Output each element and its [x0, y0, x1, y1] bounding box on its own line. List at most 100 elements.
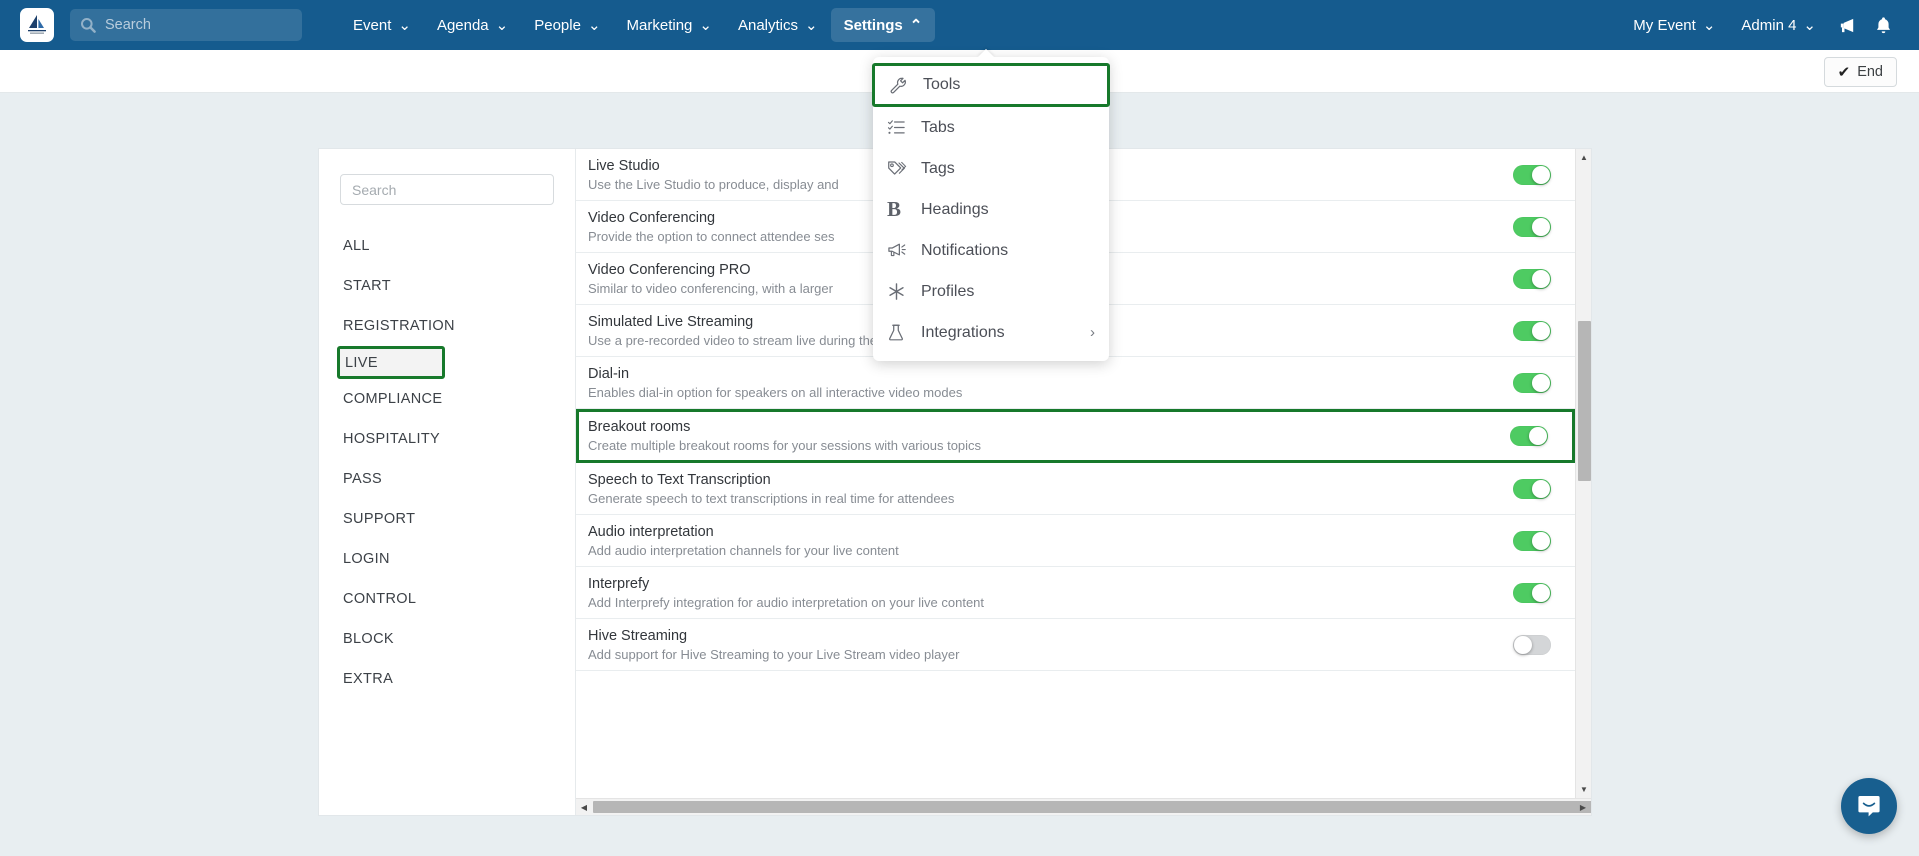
- global-search[interactable]: [70, 9, 302, 41]
- toggle-switch[interactable]: [1513, 268, 1551, 289]
- vertical-scrollbar[interactable]: ▲ ▼: [1575, 149, 1591, 798]
- row-description: Add audio interpretation channels for yo…: [588, 542, 899, 558]
- menu-item-tools[interactable]: Tools: [872, 63, 1110, 107]
- flask-icon: [887, 323, 913, 342]
- sidebar-item-control[interactable]: CONTROL: [319, 579, 575, 619]
- table-row-breakout-rooms[interactable]: Breakout rooms Create multiple breakout …: [576, 409, 1575, 463]
- nav-item-analytics[interactable]: Analytics ⌄: [725, 8, 831, 42]
- menu-item-tabs[interactable]: Tabs: [873, 107, 1109, 148]
- toggle-switch[interactable]: [1513, 372, 1551, 393]
- nav-item-settings[interactable]: Settings ⌃: [830, 8, 936, 42]
- sidebar-item-block[interactable]: BLOCK: [319, 619, 575, 659]
- sidebar-item-pass[interactable]: PASS: [319, 459, 575, 499]
- nav-item-event[interactable]: Event ⌄: [340, 8, 424, 42]
- table-row[interactable]: Speech to Text Transcription Generate sp…: [576, 463, 1575, 515]
- toggle-knob: [1514, 635, 1532, 654]
- nav-item-settings-label: Settings: [843, 16, 903, 34]
- scroll-right-arrow-icon[interactable]: ▶: [1575, 799, 1591, 815]
- sidebar-item-label: REGISTRATION: [343, 318, 455, 334]
- sidebar-item-label: ALL: [343, 238, 370, 254]
- scroll-down-arrow-icon[interactable]: ▼: [1576, 781, 1591, 798]
- asterisk-icon: [887, 282, 913, 301]
- toggle-switch[interactable]: [1513, 530, 1551, 551]
- chat-bubble-icon: [1858, 796, 1880, 817]
- table-row[interactable]: Dial-in Enables dial-in option for speak…: [576, 357, 1575, 409]
- my-event-label: My Event: [1633, 16, 1696, 34]
- chevron-right-icon: ›: [1090, 324, 1095, 341]
- menu-item-notifications[interactable]: Notifications: [873, 230, 1109, 271]
- sidebar-item-support[interactable]: SUPPORT: [319, 499, 575, 539]
- wrench-icon: [889, 76, 915, 95]
- row-text: Speech to Text Transcription Generate sp…: [588, 471, 1513, 507]
- nav-item-admin[interactable]: Admin 4 ⌄: [1728, 8, 1829, 42]
- menu-item-headings[interactable]: B Headings: [873, 189, 1109, 230]
- toggle-knob: [1529, 427, 1547, 445]
- chevron-down-icon: ⌄: [699, 17, 712, 34]
- sidebar-item-label: BLOCK: [343, 631, 394, 647]
- category-search-input[interactable]: [352, 181, 542, 198]
- sidebar-item-login[interactable]: LOGIN: [319, 539, 575, 579]
- chevron-down-icon: ⌄: [1803, 17, 1816, 34]
- toggle-knob: [1532, 269, 1550, 288]
- vertical-scrollbar-thumb[interactable]: [1578, 321, 1591, 481]
- settings-dropdown-menu: Tools Tabs Tags B Headings Notifications…: [872, 57, 1110, 361]
- toggle-switch[interactable]: [1513, 320, 1551, 341]
- bold-b-icon: B: [887, 197, 902, 221]
- admin-label: Admin 4: [1741, 16, 1797, 34]
- nav-item-my-event[interactable]: My Event ⌄: [1620, 8, 1728, 42]
- sidebar-item-compliance[interactable]: COMPLIANCE: [319, 379, 575, 419]
- chevron-down-icon: ⌄: [398, 17, 411, 34]
- menu-item-notifications-label: Notifications: [921, 241, 1009, 259]
- table-row[interactable]: Hive Streaming Add support for Hive Stre…: [576, 619, 1575, 671]
- category-sidebar: ALL START REGISTRATION LIVE COMPLIANCE H…: [319, 149, 576, 815]
- category-search[interactable]: [340, 174, 554, 205]
- row-text: Dial-in Enables dial-in option for speak…: [588, 365, 1513, 401]
- nav-item-people[interactable]: People ⌄: [521, 8, 613, 42]
- nav-item-agenda[interactable]: Agenda ⌄: [424, 8, 521, 42]
- tags-icon: [887, 159, 913, 178]
- menu-item-profiles[interactable]: Profiles: [873, 271, 1109, 312]
- menu-item-integrations[interactable]: Integrations ›: [873, 312, 1109, 353]
- sidebar-item-all[interactable]: ALL: [319, 226, 575, 266]
- row-title: Hive Streaming: [588, 627, 688, 644]
- toggle-switch[interactable]: [1513, 216, 1551, 237]
- sidebar-item-hospitality[interactable]: HOSPITALITY: [319, 419, 575, 459]
- sidebar-item-extra[interactable]: EXTRA: [319, 659, 575, 699]
- search-input[interactable]: [105, 17, 292, 33]
- nav-item-marketing[interactable]: Marketing ⌄: [614, 8, 725, 42]
- horizontal-scrollbar[interactable]: ◀ ▶: [576, 798, 1591, 815]
- chat-launcher-button[interactable]: [1841, 778, 1897, 834]
- nav-item-analytics-label: Analytics: [737, 16, 798, 34]
- toggle-knob: [1532, 479, 1550, 498]
- sidebar-item-live[interactable]: LIVE: [337, 346, 445, 379]
- toggle-switch[interactable]: [1510, 426, 1548, 446]
- table-row[interactable]: Interprefy Add Interprefy integration fo…: [576, 567, 1575, 619]
- toggle-switch[interactable]: [1513, 634, 1551, 655]
- notifications-button[interactable]: [1865, 7, 1901, 43]
- primary-nav: Event ⌄ Agenda ⌄ People ⌄ Marketing ⌄ An…: [340, 0, 936, 50]
- table-row[interactable]: Audio interpretation Add audio interpret…: [576, 515, 1575, 567]
- toggle-switch[interactable]: [1513, 478, 1551, 499]
- megaphone-icon: [1840, 18, 1853, 32]
- row-text: Hive Streaming Add support for Hive Stre…: [588, 627, 1513, 663]
- horizontal-scrollbar-thumb[interactable]: [593, 801, 1591, 813]
- nav-item-people-label: People: [534, 16, 581, 34]
- row-title: Dial-in: [588, 365, 630, 382]
- toggle-switch[interactable]: [1513, 582, 1551, 603]
- row-description: Add support for Hive Streaming to your L…: [588, 646, 960, 662]
- toggle-switch[interactable]: [1513, 164, 1551, 185]
- announcements-button[interactable]: [1829, 7, 1865, 43]
- sidebar-item-registration[interactable]: REGISTRATION: [319, 306, 575, 346]
- scroll-up-arrow-icon[interactable]: ▲: [1576, 149, 1591, 166]
- row-text: Audio interpretation Add audio interpret…: [588, 523, 1513, 559]
- row-title: Speech to Text Transcription: [588, 471, 771, 488]
- menu-item-tags[interactable]: Tags: [873, 148, 1109, 189]
- scroll-left-arrow-icon[interactable]: ◀: [576, 799, 592, 815]
- app-logo[interactable]: [20, 8, 54, 42]
- end-button[interactable]: ✔ End: [1823, 57, 1897, 87]
- sidebar-item-start[interactable]: START: [319, 266, 575, 306]
- chevron-down-icon: ⌄: [1702, 17, 1716, 34]
- sailboat-logo-icon: [28, 15, 46, 34]
- sidebar-item-label: EXTRA: [343, 671, 394, 687]
- sidebar-item-label: LIVE: [345, 354, 378, 371]
